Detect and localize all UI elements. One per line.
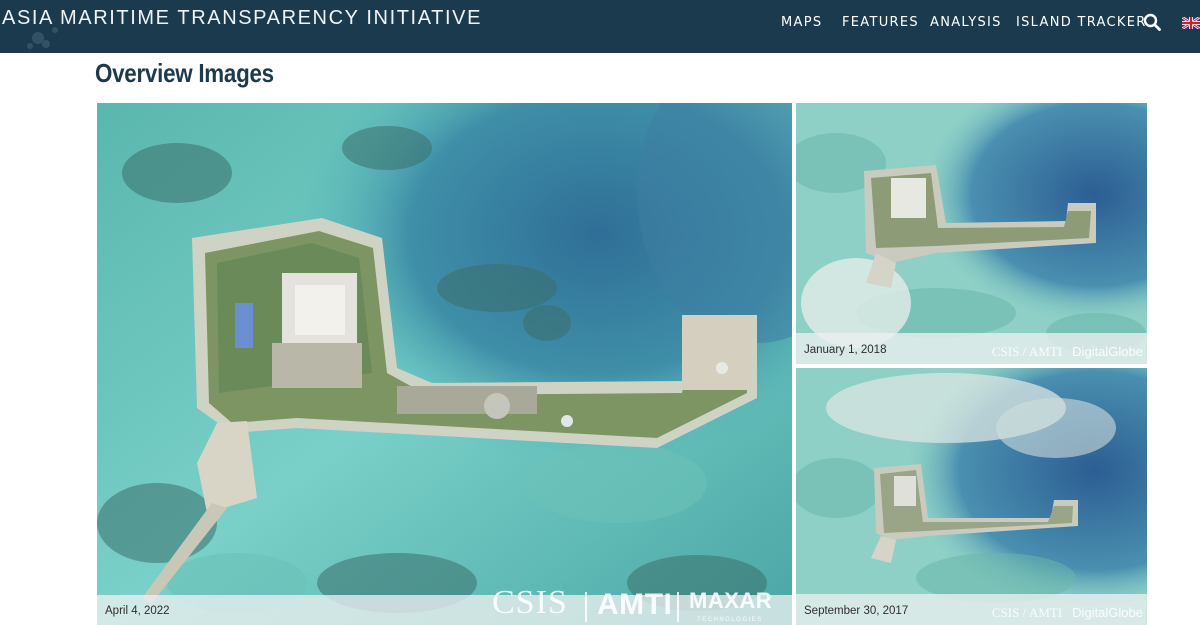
divider: [585, 592, 587, 622]
top-navigation-bar: ASIA MARITIME TRANSPARENCY INITIATIVE MA…: [0, 0, 1200, 53]
caption-bar: April 4, 2022 CSIS AMTI MAXAR TECHNOLOGI…: [97, 584, 792, 625]
overview-image-2018[interactable]: January 1, 2018 CSIS / AMTI DigitalGlobe: [796, 103, 1147, 364]
uk-flag-icon[interactable]: [1182, 17, 1200, 29]
nav-island-tracker[interactable]: ISLAND TRACKER: [1016, 15, 1147, 30]
search-icon[interactable]: [1143, 13, 1161, 31]
satellite-image-island-2017: [796, 368, 1147, 625]
maxar-subtitle: TECHNOLOGIES: [697, 617, 763, 623]
amti-logo-text: AMTI: [597, 588, 673, 621]
image-date-label: September 30, 2017: [804, 605, 909, 617]
amti-logo-text: AMTI: [1028, 344, 1063, 359]
maxar-logo-text: MAXAR: [689, 588, 773, 613]
csis-logo-text: CSIS: [991, 344, 1020, 359]
image-date-label: January 1, 2018: [804, 344, 887, 356]
image-date-label: April 4, 2022: [105, 605, 170, 617]
section-title: Overview Images: [95, 58, 274, 88]
overview-image-main[interactable]: April 4, 2022 CSIS AMTI MAXAR TECHNOLOGI…: [97, 103, 792, 625]
satellite-image-island-2018: [796, 103, 1147, 364]
amti-logo-text: AMTI: [1028, 605, 1063, 620]
caption-bar: January 1, 2018 CSIS / AMTI DigitalGlobe: [796, 333, 1147, 364]
site-title-link[interactable]: ASIA MARITIME TRANSPARENCY INITIATIVE: [2, 7, 482, 30]
nav-maps[interactable]: MAPS: [781, 15, 822, 30]
digitalglobe-logo-text: DigitalGlobe: [1072, 605, 1143, 620]
image-credit-logos: CSIS / AMTI DigitalGlobe: [991, 605, 1143, 620]
csis-logo-text: CSIS: [991, 605, 1020, 620]
digitalglobe-logo-text: DigitalGlobe: [1072, 344, 1143, 359]
satellite-image-island-2022: [97, 103, 792, 625]
divider: [677, 592, 679, 622]
image-credit-logos: CSIS / AMTI DigitalGlobe: [991, 344, 1143, 359]
overview-image-2017[interactable]: September 30, 2017 CSIS / AMTI DigitalGlobe: [796, 368, 1147, 625]
nav-analysis[interactable]: ANALYSIS: [930, 15, 1002, 30]
csis-logo-text: CSIS: [492, 584, 568, 621]
caption-bar: September 30, 2017 CSIS / AMTI DigitalGlobe: [796, 594, 1147, 625]
nav-features[interactable]: FEATURES: [842, 15, 919, 30]
